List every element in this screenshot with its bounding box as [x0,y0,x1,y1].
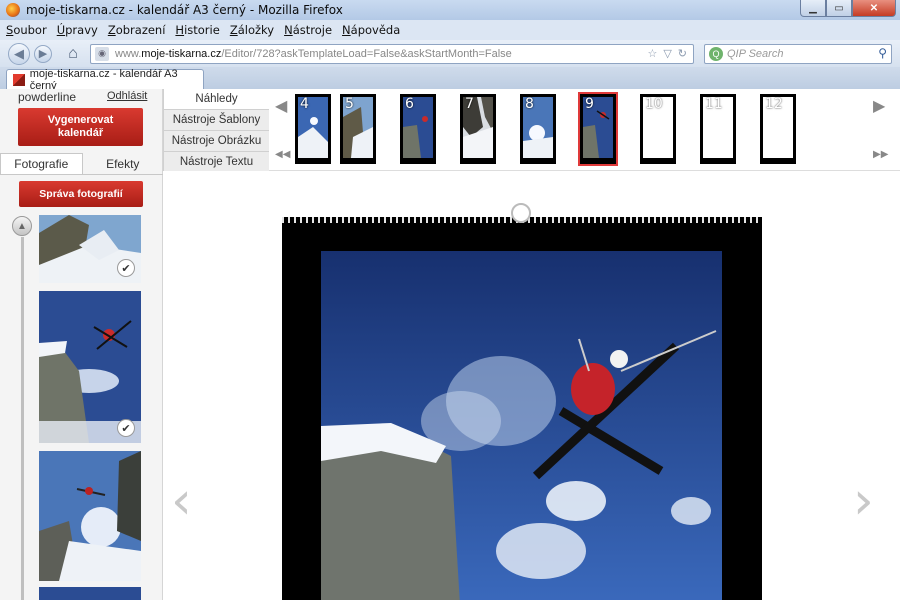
scroll-up-button[interactable]: ▲ [12,216,32,236]
photo-thumbnail[interactable] [39,587,141,600]
first-page-icon[interactable]: ◀◀ [275,149,290,160]
username: powderline [18,90,77,104]
url-host: moje-tiskarna.cz [141,47,222,60]
back-arrow-icon: ◀ [14,45,24,61]
month-thumbnail-4[interactable]: 4 [295,94,331,164]
bookmark-star-icon[interactable]: ☆ [647,47,657,60]
photo-image [321,251,722,600]
month-thumbnail-12[interactable]: 12 [760,94,796,164]
url-prefix: www. [115,47,142,60]
tab-effects[interactable]: Efekty [83,153,164,174]
last-page-icon[interactable]: ▶▶ [873,149,888,160]
navigation-bar: ◀ ▶ ⌂ ◉ www. moje-tiskarna.cz/Editor/728?… [0,40,900,67]
address-bar[interactable]: ◉ www. moje-tiskarna.cz/Editor/728?askTem… [90,43,694,64]
month-number: 8 [525,97,534,112]
calendar-photo[interactable] [321,251,722,600]
panel-tabs: Fotografie Efekty [0,153,163,175]
month-thumbnail-11[interactable]: 11 [700,94,736,164]
next-page-arrow-icon[interactable]: ▶ [873,96,885,116]
tab-strip: moje-tiskarna.cz - kalendář A3 černý [0,67,900,92]
home-button[interactable]: ⌂ [62,43,84,65]
photo-thumbnail[interactable]: ✔ [39,291,141,443]
close-button[interactable]: ✕ [852,0,896,17]
search-placeholder: QIP Search [727,47,784,60]
month-number: 11 [705,97,723,112]
month-number: 12 [765,97,783,112]
month-thumbnail-9[interactable]: 9 [578,92,618,166]
month-number: 4 [300,97,309,112]
tab-template-tools[interactable]: Nástroje Šablony [163,110,269,131]
back-button[interactable]: ◀ [8,42,30,65]
hanger-hook [511,203,531,223]
tab-image-tools[interactable]: Nástroje Obrázku [163,131,269,152]
tool-tabs: Náhledy Nástroje Šablony Nástroje Obrázk… [163,89,269,173]
tab-text-tools[interactable]: Nástroje Textu [163,152,269,173]
manage-photos-button[interactable]: Správa fotografií [19,181,143,207]
month-number: 10 [645,97,663,112]
menu-file[interactable]: Soubor [6,23,47,37]
reload-icon[interactable]: ↻ [678,47,687,60]
month-number: 7 [465,97,474,112]
window-title: moje-tiskarna.cz - kalendář A3 černý - M… [26,3,343,17]
search-bar[interactable]: Q QIP Search ⚲ [704,43,892,64]
logout-link[interactable]: Odhlásit [107,90,147,102]
month-number: 5 [345,97,354,112]
prev-page-arrow-icon[interactable]: ◀ [275,96,287,116]
window-titlebar: moje-tiskarna.cz - kalendář A3 černý - M… [0,0,900,20]
month-strip: ◀ ◀◀ ▶ ▶▶ 4 5 6 7 8 9 10 11 12 [269,89,900,171]
browser-tab[interactable]: moje-tiskarna.cz - kalendář A3 černý [6,67,204,92]
forward-arrow-icon: ▶ [38,48,48,60]
menu-bar: Soubor Úpravy Zobrazení Historie Záložky… [0,20,900,40]
home-icon: ⌂ [68,44,78,62]
calendar-canvas: ‹ › [163,171,900,600]
month-number: 6 [405,97,414,112]
menu-tools[interactable]: Nástroje [284,23,332,37]
photo-thumbnail[interactable]: ✔ [39,215,141,283]
check-icon: ✔ [117,259,135,277]
menu-edit[interactable]: Úpravy [57,23,98,37]
tab-previews[interactable]: Náhledy [163,89,269,110]
month-thumbnail-7[interactable]: 7 [460,94,496,164]
url-path: /Editor/728?askTemplateLoad=False&askSta… [221,47,512,60]
next-month-arrow-icon[interactable]: › [853,471,874,531]
tab-photos[interactable]: Fotografie [0,153,83,174]
minimize-button[interactable]: ▁ [800,0,826,17]
maximize-button[interactable]: ▭ [826,0,852,17]
month-thumbnail-8[interactable]: 8 [520,94,556,164]
menu-help[interactable]: Nápověda [342,23,400,37]
photo-image [39,451,141,581]
prev-month-arrow-icon[interactable]: ‹ [171,471,192,531]
check-icon: ✔ [117,419,135,437]
site-identity-icon[interactable]: ◉ [95,46,109,61]
menu-bookmarks[interactable]: Záložky [230,23,274,37]
calendar-page [282,203,762,600]
month-thumbnail-5[interactable]: 5 [340,94,376,164]
dropdown-icon[interactable]: ▽ [663,47,671,60]
left-panel: powderline Odhlásit Vygenerovat kalendář… [0,89,163,600]
url-tools: ☆ ▽ ↻ [647,47,687,60]
month-number: 9 [585,97,594,112]
search-engine-icon[interactable]: Q [709,46,723,61]
editor-app: powderline Odhlásit Vygenerovat kalendář… [0,89,900,600]
forward-button[interactable]: ▶ [34,44,52,63]
chevron-up-icon: ▲ [17,220,27,232]
menu-history[interactable]: Historie [175,23,219,37]
photo-thumbnail[interactable] [39,451,141,581]
firefox-icon [6,3,20,17]
month-thumbnail-10[interactable]: 10 [640,94,676,164]
month-thumbnail-6[interactable]: 6 [400,94,436,164]
tab-favicon-icon [13,73,25,86]
search-icon[interactable]: ⚲ [878,46,887,60]
scroll-track[interactable] [21,237,24,600]
menu-view[interactable]: Zobrazení [108,23,166,37]
tab-title: moje-tiskarna.cz - kalendář A3 černý [29,67,178,92]
window-controls: ▁ ▭ ✕ [800,0,896,17]
generate-calendar-button[interactable]: Vygenerovat kalendář [18,108,143,146]
